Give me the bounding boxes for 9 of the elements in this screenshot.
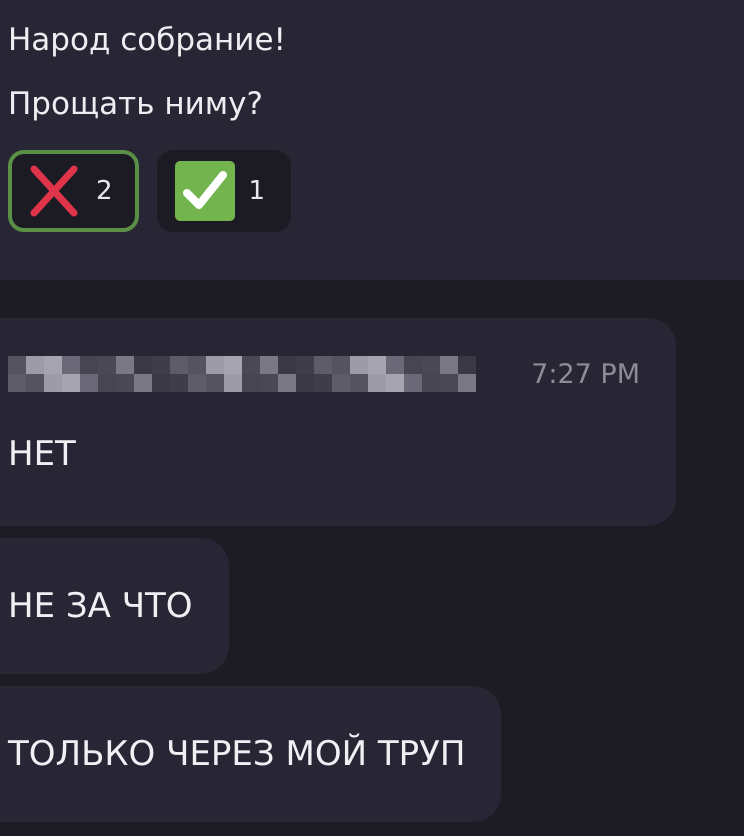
reaction-button[interactable]: 2 [8,150,139,232]
message-time: 7:27 PM [531,358,640,390]
message-text: НЕТ [8,433,77,476]
message-text: НЕ ЗА ЧТО [8,585,193,628]
reaction-button[interactable]: 1 [156,150,292,232]
message-text: ТОЛЬКО ЧЕРЕЗ МОЙ ТРУП [8,732,466,776]
poll-text: Народ собрание! [8,21,286,60]
check-icon [174,161,235,221]
poll-text: Прощать ниму? [8,85,263,124]
